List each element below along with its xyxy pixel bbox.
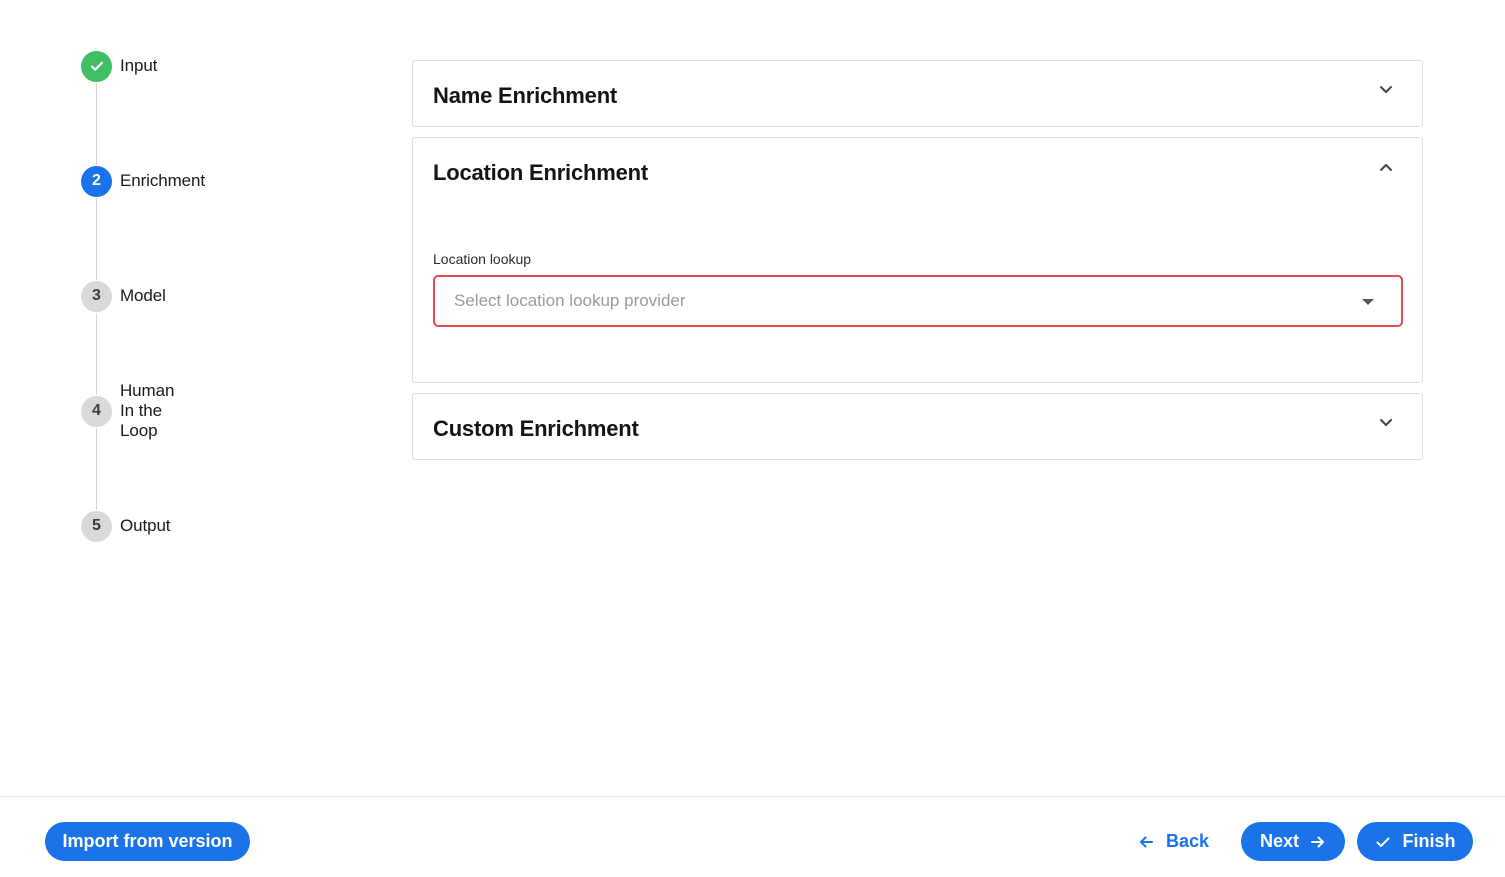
- check-icon: [81, 50, 112, 82]
- panel-title: Location Enrichment: [433, 160, 648, 185]
- arrow-left-icon: [1138, 834, 1154, 850]
- step-connector: [96, 198, 97, 280]
- location-lookup-label: Location lookup: [433, 251, 532, 267]
- location-lookup-select[interactable]: Select location lookup provider: [433, 275, 1403, 327]
- custom-enrichment-panel: Custom Enrichment: [412, 393, 1423, 460]
- button-label: Finish: [1402, 831, 1456, 851]
- check-icon: [1375, 834, 1391, 850]
- step-connector: [96, 428, 97, 510]
- name-enrichment-panel: Name Enrichment: [412, 60, 1423, 127]
- chevron-down-icon[interactable]: [1378, 414, 1394, 430]
- step-connector: [96, 83, 97, 165]
- step-number: 3: [81, 280, 112, 312]
- step-label: Enrichment: [120, 171, 205, 190]
- step-number: 4: [81, 395, 112, 427]
- footer-bar: Import from version Back Next Finish: [0, 796, 1505, 877]
- step-number: 2: [81, 165, 112, 197]
- chevron-down-icon[interactable]: [1378, 81, 1394, 97]
- step-label: Human In the Loop: [120, 381, 175, 440]
- caret-down-icon: [1362, 299, 1374, 305]
- step-number: 5: [81, 510, 112, 542]
- back-button[interactable]: Back: [1138, 822, 1218, 861]
- arrow-right-icon: [1310, 834, 1326, 850]
- select-placeholder: Select location lookup provider: [454, 291, 686, 310]
- button-label: Import from version: [62, 831, 233, 851]
- chevron-up-icon[interactable]: [1378, 160, 1394, 176]
- panel-title: Name Enrichment: [433, 83, 618, 108]
- step-output[interactable]: 5 Output: [81, 510, 171, 542]
- step-label: Output: [120, 516, 171, 535]
- next-button[interactable]: Next: [1241, 822, 1345, 861]
- panel-title: Custom Enrichment: [433, 416, 639, 441]
- step-input[interactable]: Input: [81, 50, 157, 82]
- step-connector: [96, 313, 97, 395]
- button-label: Back: [1166, 831, 1210, 851]
- step-model[interactable]: 3 Model: [81, 280, 166, 312]
- step-human-in-the-loop[interactable]: 4 Human In the Loop: [81, 381, 174, 440]
- step-enrichment[interactable]: 2 Enrichment: [81, 165, 205, 197]
- finish-button[interactable]: Finish: [1357, 822, 1473, 861]
- button-label: Next: [1259, 831, 1299, 851]
- step-label: Input: [120, 56, 158, 75]
- import-from-version-button[interactable]: Import from version: [45, 822, 250, 861]
- step-label: Model: [120, 286, 166, 305]
- location-enrichment-panel: Location Enrichment Location lookup Sele…: [412, 137, 1423, 383]
